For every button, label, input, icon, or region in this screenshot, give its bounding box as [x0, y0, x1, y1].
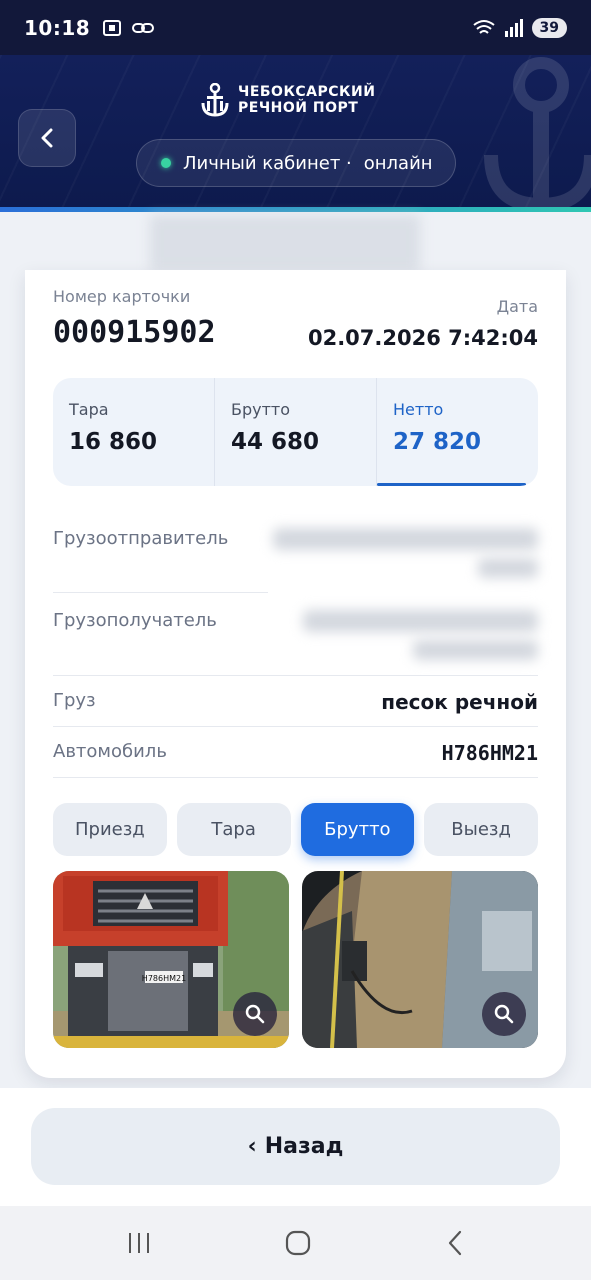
screenshot-icon [103, 19, 122, 36]
vehicle-row: Автомобиль Н786НМ21 [53, 741, 538, 771]
weight-label: Брутто [231, 400, 291, 419]
cargo-value: песок речной [381, 690, 538, 714]
weight-gross[interactable]: Брутто 44 680 [215, 378, 377, 486]
recent-apps-icon[interactable] [126, 1231, 152, 1255]
cabinet-status-pill: Личный кабинет · онлайн [136, 139, 456, 187]
battery-indicator: 39 [531, 17, 567, 38]
date-value: 02.07.2026 7:42:04 [307, 326, 538, 350]
chevron-left-icon: ‹ [247, 1134, 257, 1159]
weight-label: Тара [69, 400, 109, 419]
zoom-button[interactable] [233, 992, 277, 1036]
port-logo: ЧЕБОКСАРСКИЙ РЕЧНОЙ ПОРТ [200, 83, 375, 117]
shipper-value-redacted [478, 558, 538, 578]
weighing-card: Номер карточки 000915902 Дата 02.07.2026… [25, 270, 566, 1078]
consignee-value-redacted [303, 610, 538, 632]
shipper-row: Грузоотправитель [53, 528, 538, 588]
header-accent-line [0, 207, 591, 212]
logo-line-2: РЕЧНОЙ ПОРТ [238, 100, 359, 116]
shipper-value-redacted [273, 528, 538, 550]
tab-arrival[interactable]: Приезд [53, 803, 167, 856]
weights-panel: Тара 16 860 Брутто 44 680 Нетто 27 820 [53, 378, 538, 486]
pill-status: онлайн [363, 152, 433, 174]
truck-photo[interactable]: Н786НМ21 [53, 871, 289, 1048]
tab-gross[interactable]: Брутто [300, 803, 415, 856]
consignee-row: Грузополучатель [53, 610, 538, 670]
weight-label: Нетто [393, 400, 444, 419]
app-header: ЧЕБОКСАРСКИЙ РЕЧНОЙ ПОРТ Личный кабинет … [0, 55, 591, 212]
bottom-bar: ‹ Назад [0, 1088, 591, 1206]
home-icon[interactable] [284, 1229, 312, 1257]
blurred-page-title [150, 215, 420, 271]
cargo-row: Груз песок речной [53, 690, 538, 720]
back-button-label: Назад [264, 1134, 344, 1159]
status-icons-right: 39 [472, 17, 567, 38]
status-bar: 10:18 39 [0, 0, 591, 55]
photo-tabs: Приезд Тара Брутто Выезд [53, 803, 538, 856]
weight-net[interactable]: Нетто 27 820 [377, 378, 538, 486]
card-number-label: Номер карточки [53, 287, 191, 306]
pill-text: Личный кабинет · [183, 152, 352, 174]
search-icon [245, 1004, 265, 1024]
status-icons-left [102, 19, 155, 37]
system-nav-bar [0, 1206, 591, 1280]
online-dot [161, 158, 171, 168]
search-icon [494, 1004, 514, 1024]
vehicle-value: Н786НМ21 [441, 741, 538, 765]
system-back-icon[interactable] [445, 1229, 465, 1257]
card-number: 000915902 [53, 315, 216, 350]
top-camera-photo[interactable] [302, 871, 538, 1048]
tab-exit[interactable]: Выезд [424, 803, 538, 856]
back-button[interactable]: ‹ Назад [31, 1108, 560, 1185]
truck-plate-text: Н786НМ21 [142, 974, 186, 983]
consignee-value-redacted [413, 640, 538, 660]
tab-tare[interactable]: Тара [176, 803, 291, 856]
divider [53, 777, 538, 778]
weight-value: 16 860 [69, 429, 158, 455]
zoom-button[interactable] [482, 992, 526, 1036]
status-time: 10:18 [24, 15, 91, 40]
weight-value: 27 820 [393, 429, 482, 455]
date-label: Дата [496, 297, 538, 316]
background-anchor-icon [484, 57, 591, 212]
weight-value: 44 680 [231, 429, 320, 455]
signal-icon [504, 18, 523, 37]
chevron-left-icon [41, 128, 53, 148]
logo-line-1: ЧЕБОКСАРСКИЙ [238, 84, 376, 100]
header-back-button[interactable] [18, 109, 76, 167]
link-icon [132, 22, 155, 33]
divider [53, 592, 268, 593]
anchor-icon [201, 83, 229, 117]
divider [53, 675, 538, 676]
weight-tare[interactable]: Тара 16 860 [53, 378, 215, 486]
wifi-icon [472, 19, 495, 34]
divider [53, 726, 538, 727]
